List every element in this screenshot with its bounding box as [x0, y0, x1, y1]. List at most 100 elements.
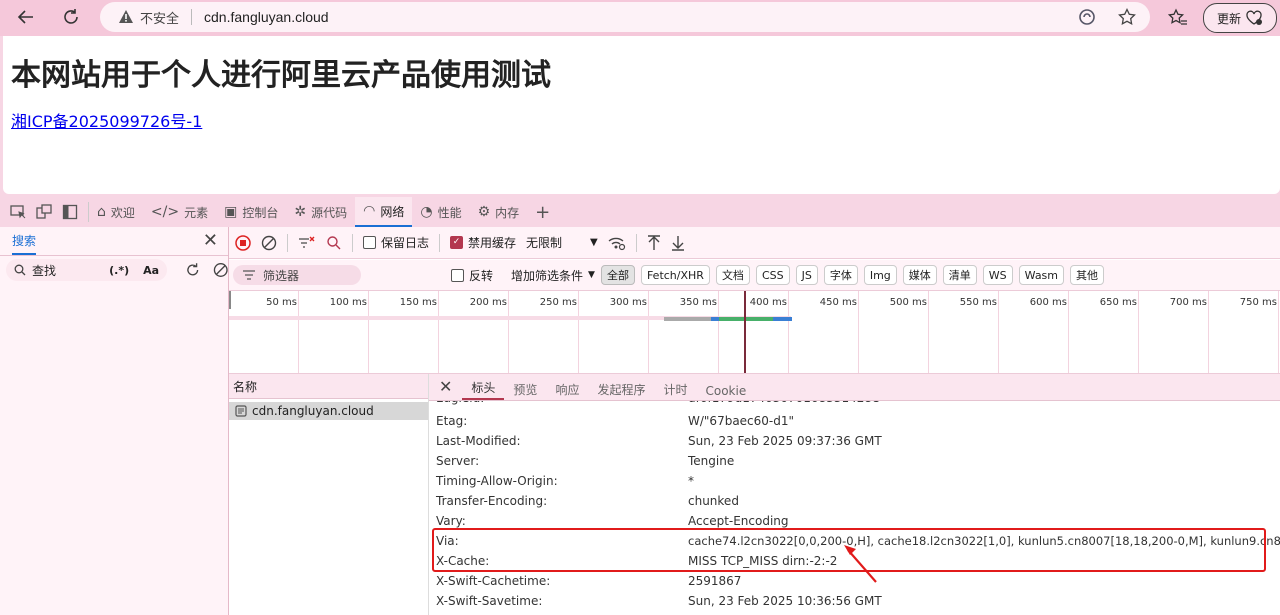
request-row[interactable]: cdn.fangluyan.cloud — [229, 402, 428, 420]
tab-performance[interactable]: ◔ 性能 — [412, 197, 469, 227]
tab-initiator[interactable]: 发起程序 — [588, 376, 654, 400]
filter-clear-icon[interactable] — [298, 235, 316, 251]
tab-elements[interactable]: </> 元素 — [143, 197, 216, 227]
header-value: Sun, 23 Feb 2025 10:36:56 GMT — [688, 594, 882, 608]
tick-line — [508, 291, 509, 373]
header-name: Transfer-Encoding: — [436, 494, 548, 508]
timeline-start-handle[interactable] — [229, 291, 231, 309]
tab-welcome[interactable]: ⌂ 欢迎 — [89, 197, 143, 227]
favorites-button[interactable] — [1167, 8, 1188, 31]
network-conditions-icon[interactable] — [608, 235, 626, 251]
tab-sources[interactable]: ✲ 源代码 — [286, 197, 355, 227]
filter-chip-other[interactable]: 其他 — [1070, 265, 1105, 285]
tick-line — [1068, 291, 1069, 373]
import-har-icon[interactable] — [647, 234, 661, 251]
header-name: Last-Modified: — [436, 434, 521, 448]
back-button[interactable] — [12, 4, 40, 30]
add-tab-button[interactable]: + — [527, 197, 558, 227]
header-value: W/"67baec60-d1" — [688, 414, 795, 428]
preserve-log-label: 保留日志 — [381, 236, 430, 250]
tick-label: 200 ms — [469, 297, 507, 308]
address-bar[interactable]: 不安全 cdn.fangluyan.cloud — [100, 2, 1150, 32]
throttle-value: 无限制 — [526, 236, 563, 250]
filter-chip-ws[interactable]: WS — [982, 265, 1013, 285]
invert-checkbox[interactable]: 反转 — [451, 267, 493, 284]
filter-chip-js[interactable]: JS — [795, 265, 818, 285]
header-name: Server: — [436, 454, 480, 468]
chip-icon: ⚙ — [477, 204, 491, 220]
more-filters-dropdown[interactable]: 增加筛选条件 ▼ — [511, 267, 595, 284]
close-icon[interactable]: ✕ — [203, 230, 218, 251]
network-filter-bar: 筛选器 反转 增加筛选条件 ▼ 全部 Fetch/XHR 文档 CSS JS 字体… — [229, 260, 1280, 291]
tab-headers[interactable]: 标头 — [462, 374, 505, 400]
tab-preview[interactable]: 预览 — [504, 376, 546, 400]
read-aloud-icon[interactable] — [1078, 8, 1096, 26]
inspect-icon[interactable] — [10, 204, 26, 220]
export-har-icon[interactable] — [671, 235, 685, 251]
filter-chip-all[interactable]: 全部 — [600, 265, 635, 285]
filter-chip-fetch-xhr[interactable]: Fetch/XHR — [640, 265, 710, 285]
search-icon[interactable] — [326, 235, 342, 251]
dock-side-icon[interactable] — [62, 204, 78, 220]
throttle-select[interactable]: 无限制 ▼ — [526, 234, 598, 251]
tab-response[interactable]: 响应 — [546, 376, 588, 400]
network-timeline[interactable]: 50 ms 100 ms 150 ms 200 ms 250 ms 300 ms… — [229, 291, 1280, 374]
tab-label: 网络 — [380, 204, 405, 219]
favorite-star-icon[interactable] — [1118, 8, 1136, 26]
security-indicator[interactable]: 不安全 — [118, 8, 179, 27]
request-list: 名称 cdn.fangluyan.cloud — [229, 374, 429, 615]
header-value: chunked — [688, 494, 739, 508]
tick-label: 300 ms — [609, 297, 647, 308]
toolbar-divider — [635, 233, 637, 252]
tab-network[interactable]: ◠ 网络 — [355, 197, 413, 227]
filter-chip-font[interactable]: 字体 — [823, 265, 858, 285]
reload-button[interactable] — [57, 4, 85, 30]
url-text[interactable]: cdn.fangluyan.cloud — [204, 9, 329, 25]
tab-timing[interactable]: 计时 — [654, 376, 696, 400]
annotation-arrow-icon — [844, 545, 877, 583]
regex-toggle[interactable]: (.*) — [109, 264, 129, 277]
tab-memory[interactable]: ⚙ 内存 — [470, 197, 528, 227]
disable-cache-checkbox[interactable]: ✓ 禁用缓存 — [450, 234, 516, 251]
filter-chip-img[interactable]: Img — [863, 265, 897, 285]
close-icon[interactable]: ✕ — [429, 377, 462, 400]
gauge-icon: ◔ — [420, 204, 433, 220]
arrow-left-icon — [17, 10, 33, 24]
page-title: 本网站用于个人进行阿里云产品使用测试 — [11, 58, 551, 93]
clear-icon[interactable] — [213, 262, 228, 278]
preserve-log-checkbox[interactable]: 保留日志 — [363, 234, 429, 251]
tick-line — [858, 291, 859, 373]
search-tab[interactable]: 搜索 — [12, 228, 37, 255]
details-tabbar: ✕ 标头 预览 响应 发起程序 计时 Cookie — [429, 374, 1280, 401]
update-button[interactable]: 更新 — [1203, 3, 1277, 33]
header-value: Tengine — [688, 454, 735, 468]
tab-cookies[interactable]: Cookie — [696, 376, 755, 400]
filter-chip-doc[interactable]: 文档 — [715, 265, 750, 285]
filter-chip-media[interactable]: 媒体 — [902, 265, 937, 285]
clear-log-icon[interactable] — [261, 235, 277, 251]
device-emulation-icon[interactable] — [36, 204, 52, 220]
waterfall-connect-segment — [711, 317, 719, 321]
search-input[interactable]: 查找 (.*) Aa — [6, 259, 168, 281]
refresh-icon[interactable] — [185, 262, 200, 278]
match-case-toggle[interactable]: Aa — [143, 264, 159, 277]
invert-label: 反转 — [469, 268, 494, 283]
tick-line — [928, 291, 929, 373]
tick-label: 500 ms — [889, 297, 927, 308]
tick-label: 250 ms — [539, 297, 577, 308]
filter-input[interactable]: 筛选器 — [233, 265, 361, 285]
record-stop-icon[interactable] — [235, 234, 251, 251]
filter-chip-css[interactable]: CSS — [755, 265, 790, 285]
filter-icon — [243, 270, 255, 280]
tab-console[interactable]: ▣ 控制台 — [216, 197, 286, 227]
address-divider — [191, 9, 193, 25]
icp-link[interactable]: 湘ICP备2025099726号-1 — [11, 108, 202, 132]
tick-line — [718, 291, 719, 373]
tick-line — [578, 291, 579, 373]
filter-chip-manifest[interactable]: 清单 — [942, 265, 977, 285]
header-name: Timing-Allow-Origin: — [436, 474, 558, 488]
tick-label: 350 ms — [679, 297, 717, 308]
name-column-header[interactable]: 名称 — [229, 374, 428, 399]
filter-chip-wasm[interactable]: Wasm — [1018, 265, 1065, 285]
tab-label: 元素 — [184, 205, 209, 220]
